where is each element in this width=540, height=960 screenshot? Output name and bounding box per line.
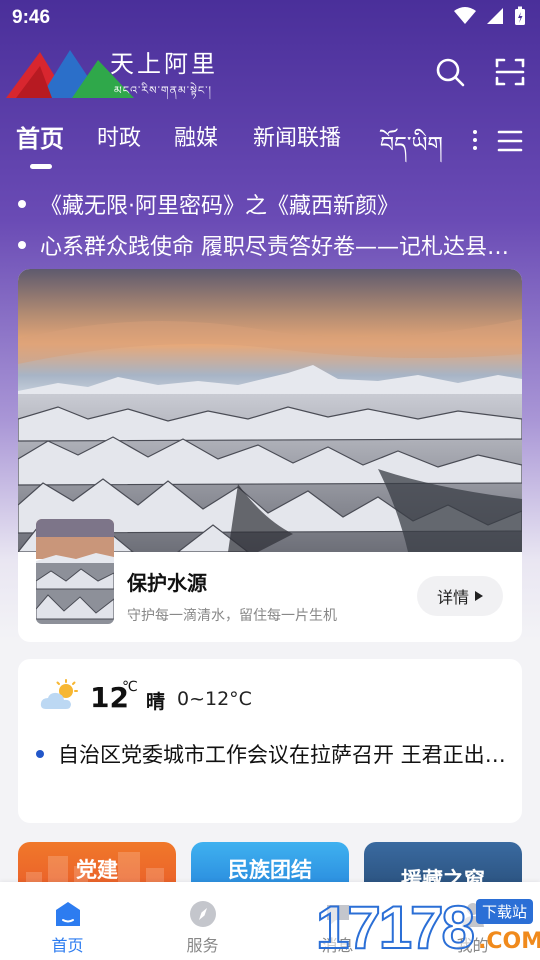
active-tab-indicator bbox=[30, 164, 52, 169]
nav-service[interactable]: 服务 bbox=[135, 882, 270, 960]
tab-politics[interactable]: 时政 bbox=[97, 120, 141, 152]
temperature-unit: ℃ bbox=[122, 679, 138, 695]
detail-button[interactable]: 详情 bbox=[417, 576, 503, 616]
tab-news-broadcast[interactable]: 新闻联播 bbox=[253, 120, 341, 152]
status-icons bbox=[454, 6, 526, 26]
app-logo: 天上阿里 མངའ་རིས་གནམ་སྟེང་། bbox=[6, 44, 236, 100]
featured-thumbnail bbox=[36, 519, 114, 624]
glacier-landscape-image bbox=[18, 269, 522, 552]
tab-tibetan[interactable]: བོད་ཡིག bbox=[380, 120, 443, 182]
status-bar: 9:46 bbox=[0, 0, 540, 36]
headline-text: 《藏无限·阿里密码》之《藏西新颜》 bbox=[40, 194, 399, 219]
tab-home[interactable]: 首页 bbox=[16, 119, 64, 154]
nav-label: 服务 bbox=[186, 936, 219, 955]
tile-label: 民族团结 bbox=[228, 858, 312, 882]
channel-tabs: 首页 时政 融媒 新闻联播 བོད་ཡིག bbox=[0, 116, 540, 172]
bullet-dot bbox=[18, 241, 26, 249]
temperature-range: 0~12°C bbox=[177, 688, 252, 710]
watermark-domain: .COM bbox=[478, 929, 540, 954]
signal-icon bbox=[487, 8, 503, 24]
logo-title: 天上阿里 bbox=[110, 50, 218, 78]
site-watermark: 17178 下载站 .COM bbox=[315, 893, 540, 960]
weather-news-item[interactable]: 自治区党委城市工作会议在拉萨召开 王君正出席并讲话 bbox=[36, 739, 506, 769]
status-time: 9:46 bbox=[12, 7, 51, 28]
home-icon bbox=[56, 902, 80, 926]
play-triangle-icon bbox=[475, 591, 483, 601]
menu-icon bbox=[497, 130, 523, 152]
search-icon bbox=[436, 58, 465, 87]
headline-item[interactable]: 《藏无限·阿里密码》之《藏西新颜》 bbox=[18, 188, 523, 220]
more-dots-icon bbox=[473, 130, 477, 150]
nav-label: 首页 bbox=[51, 936, 84, 955]
logo-subtitle: མངའ་རིས་གནམ་སྟེང་། bbox=[114, 84, 212, 97]
featured-title: 保护水源 bbox=[127, 571, 207, 595]
watermark-digits: 17178 bbox=[315, 893, 476, 960]
tile-label: 党建 bbox=[76, 858, 118, 882]
sunny-cloud-icon bbox=[40, 679, 78, 709]
headline-item[interactable]: 心系群众践使命 履职尽责答好卷——记札达县委书记 bbox=[18, 229, 523, 261]
bullet-dot bbox=[36, 750, 44, 758]
tab-media[interactable]: 融媒 bbox=[174, 120, 218, 152]
news-text: 自治区党委城市工作会议在拉萨召开 王君正出席并讲话 bbox=[58, 743, 506, 767]
scan-icon bbox=[495, 58, 525, 86]
battery-icon bbox=[515, 6, 525, 25]
scan-button[interactable] bbox=[490, 52, 530, 92]
featured-subtitle: 守护每一滴清水，留住每一片生机 bbox=[127, 608, 337, 624]
weather-card[interactable]: 12 ℃ 晴 0~12°C 自治区党委城市工作会议在拉萨召开 王君正出席并讲话 bbox=[18, 659, 522, 823]
nav-home[interactable]: 首页 bbox=[0, 882, 135, 960]
channel-menu-button[interactable] bbox=[494, 126, 526, 156]
featured-card[interactable]: 保护水源 守护每一滴清水，留住每一片生机 详情 bbox=[18, 269, 522, 642]
bullet-dot bbox=[18, 200, 26, 208]
detail-label: 详情 bbox=[436, 588, 469, 607]
watermark-badge: 下载站 bbox=[476, 899, 534, 924]
headline-text: 心系群众践使命 履职尽责答好卷——记札达县委书记 bbox=[40, 235, 523, 260]
search-button[interactable] bbox=[430, 52, 470, 92]
compass-icon bbox=[190, 901, 216, 927]
weather-condition: 晴 bbox=[146, 691, 166, 713]
wifi-icon bbox=[454, 7, 476, 24]
